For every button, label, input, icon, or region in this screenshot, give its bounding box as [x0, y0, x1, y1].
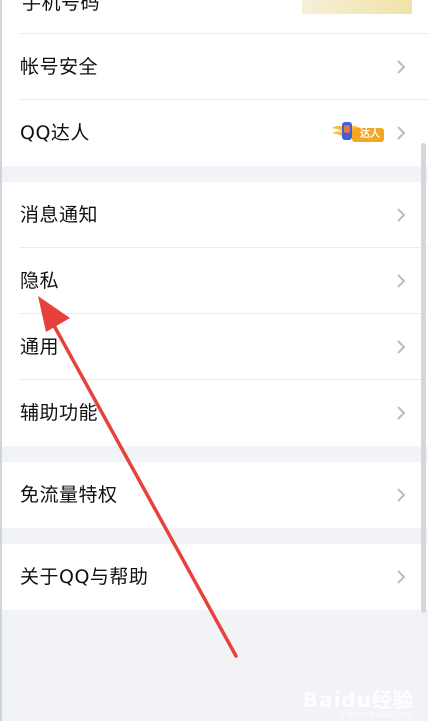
- about-help-row[interactable]: 关于QQ与帮助: [2, 544, 428, 610]
- phone-number-preview: [302, 0, 412, 14]
- accessibility-row[interactable]: 辅助功能: [2, 380, 428, 446]
- chevron-right-icon: [394, 206, 408, 224]
- talent-badge-icon: 达人: [330, 118, 386, 148]
- chevron-right-icon: [394, 272, 408, 290]
- chevron-right-icon: [394, 58, 408, 76]
- chevron-right-icon: [394, 124, 408, 142]
- data-free-privilege-label: 免流量特权: [20, 483, 118, 506]
- chevron-right-icon: [394, 338, 408, 356]
- talent-badge-text: 达人: [360, 129, 380, 140]
- accessibility-label: 辅助功能: [20, 401, 99, 424]
- baidu-watermark: Baidu经验: [302, 688, 414, 712]
- settings-group-about: 关于QQ与帮助: [2, 544, 428, 610]
- chevron-right-icon: [394, 568, 408, 586]
- qq-talent-label: QQ达人: [20, 121, 90, 144]
- general-label: 通用: [20, 335, 60, 358]
- vertical-scrollbar[interactable]: [421, 143, 426, 613]
- account-security-label: 帐号安全: [20, 55, 99, 78]
- privacy-label: 隐私: [20, 269, 60, 292]
- account-security-row[interactable]: 帐号安全: [2, 34, 428, 100]
- qq-talent-row[interactable]: QQ达人 达人: [2, 100, 428, 166]
- data-free-privilege-row[interactable]: 免流量特权: [2, 462, 428, 528]
- phone-number-label: 手机号码: [22, 0, 101, 14]
- phone-number-row[interactable]: 手机号码: [2, 0, 428, 34]
- settings-group-general: 消息通知 隐私 通用 辅助功能: [2, 182, 428, 446]
- general-row[interactable]: 通用: [2, 314, 428, 380]
- notifications-row[interactable]: 消息通知: [2, 182, 428, 248]
- settings-group-account: 手机号码 帐号安全 QQ达人 达人: [2, 0, 428, 166]
- chevron-right-icon: [394, 404, 408, 422]
- baidu-watermark-url: jingyan.baidu.com: [338, 710, 412, 719]
- privacy-row[interactable]: 隐私: [2, 248, 428, 314]
- notifications-label: 消息通知: [20, 203, 99, 226]
- settings-group-data: 免流量特权: [2, 462, 428, 528]
- chevron-right-icon: [394, 486, 408, 504]
- about-help-label: 关于QQ与帮助: [20, 565, 149, 588]
